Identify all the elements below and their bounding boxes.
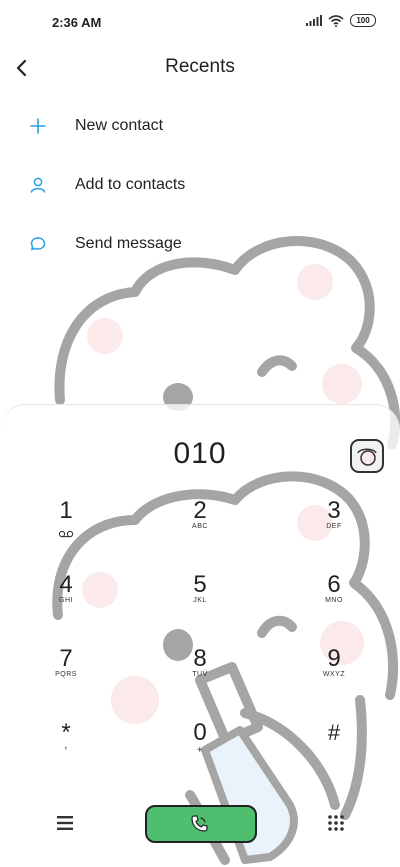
page-title: Recents [165,56,235,77]
key-hash[interactable]: # [294,719,374,779]
new-contact-item[interactable]: New contact [0,98,400,157]
new-contact-label: New contact [75,117,164,134]
add-to-contacts-item[interactable]: Add to contacts [0,157,400,216]
signal-icon [306,15,322,26]
voicemail-icon [58,530,74,538]
key-6[interactable]: 6 MNO [294,571,374,631]
wifi-icon [328,14,344,27]
send-message-item[interactable]: Send message [0,216,400,275]
phone-call-icon [191,815,208,832]
status-icons: 100 [306,14,376,27]
send-message-label: Send message [75,235,182,252]
key-3[interactable]: 3 DEF [294,497,374,557]
menu-icon[interactable] [54,813,76,833]
call-button[interactable] [145,805,257,843]
key-star[interactable]: * , [26,719,106,779]
dialpad-wallpaper-illustration [52,471,399,865]
add-to-contacts-label: Add to contacts [75,176,186,193]
person-icon [30,177,46,193]
key-0[interactable]: 0 + [160,719,240,779]
avatar[interactable] [350,439,384,473]
dial-bottom-bar [0,803,400,843]
action-list: New contact Add to contacts Send message [0,98,400,275]
key-9[interactable]: 9 WXYZ [294,645,374,705]
battery-icon: 100 [350,14,376,27]
dialpad-icon[interactable] [326,813,346,833]
plus-icon [30,118,46,134]
status-time: 2:36 AM [52,15,102,30]
dial-panel: 010 1 2 ABC 3 DEF 4 GHI 5 JKL 6 MNO 7 PQ… [0,404,400,867]
dialed-number[interactable]: 010 [0,437,400,471]
status-bar: 2:36 AM 100 [0,0,400,44]
key-4[interactable]: 4 GHI [26,571,106,631]
key-7[interactable]: 7 PQRS [26,645,106,705]
key-1[interactable]: 1 [26,497,106,557]
key-8[interactable]: 8 TUV [160,645,240,705]
message-icon [30,237,46,251]
key-2[interactable]: 2 ABC [160,497,240,557]
key-5[interactable]: 5 JKL [160,571,240,631]
header: Recents [0,46,400,90]
